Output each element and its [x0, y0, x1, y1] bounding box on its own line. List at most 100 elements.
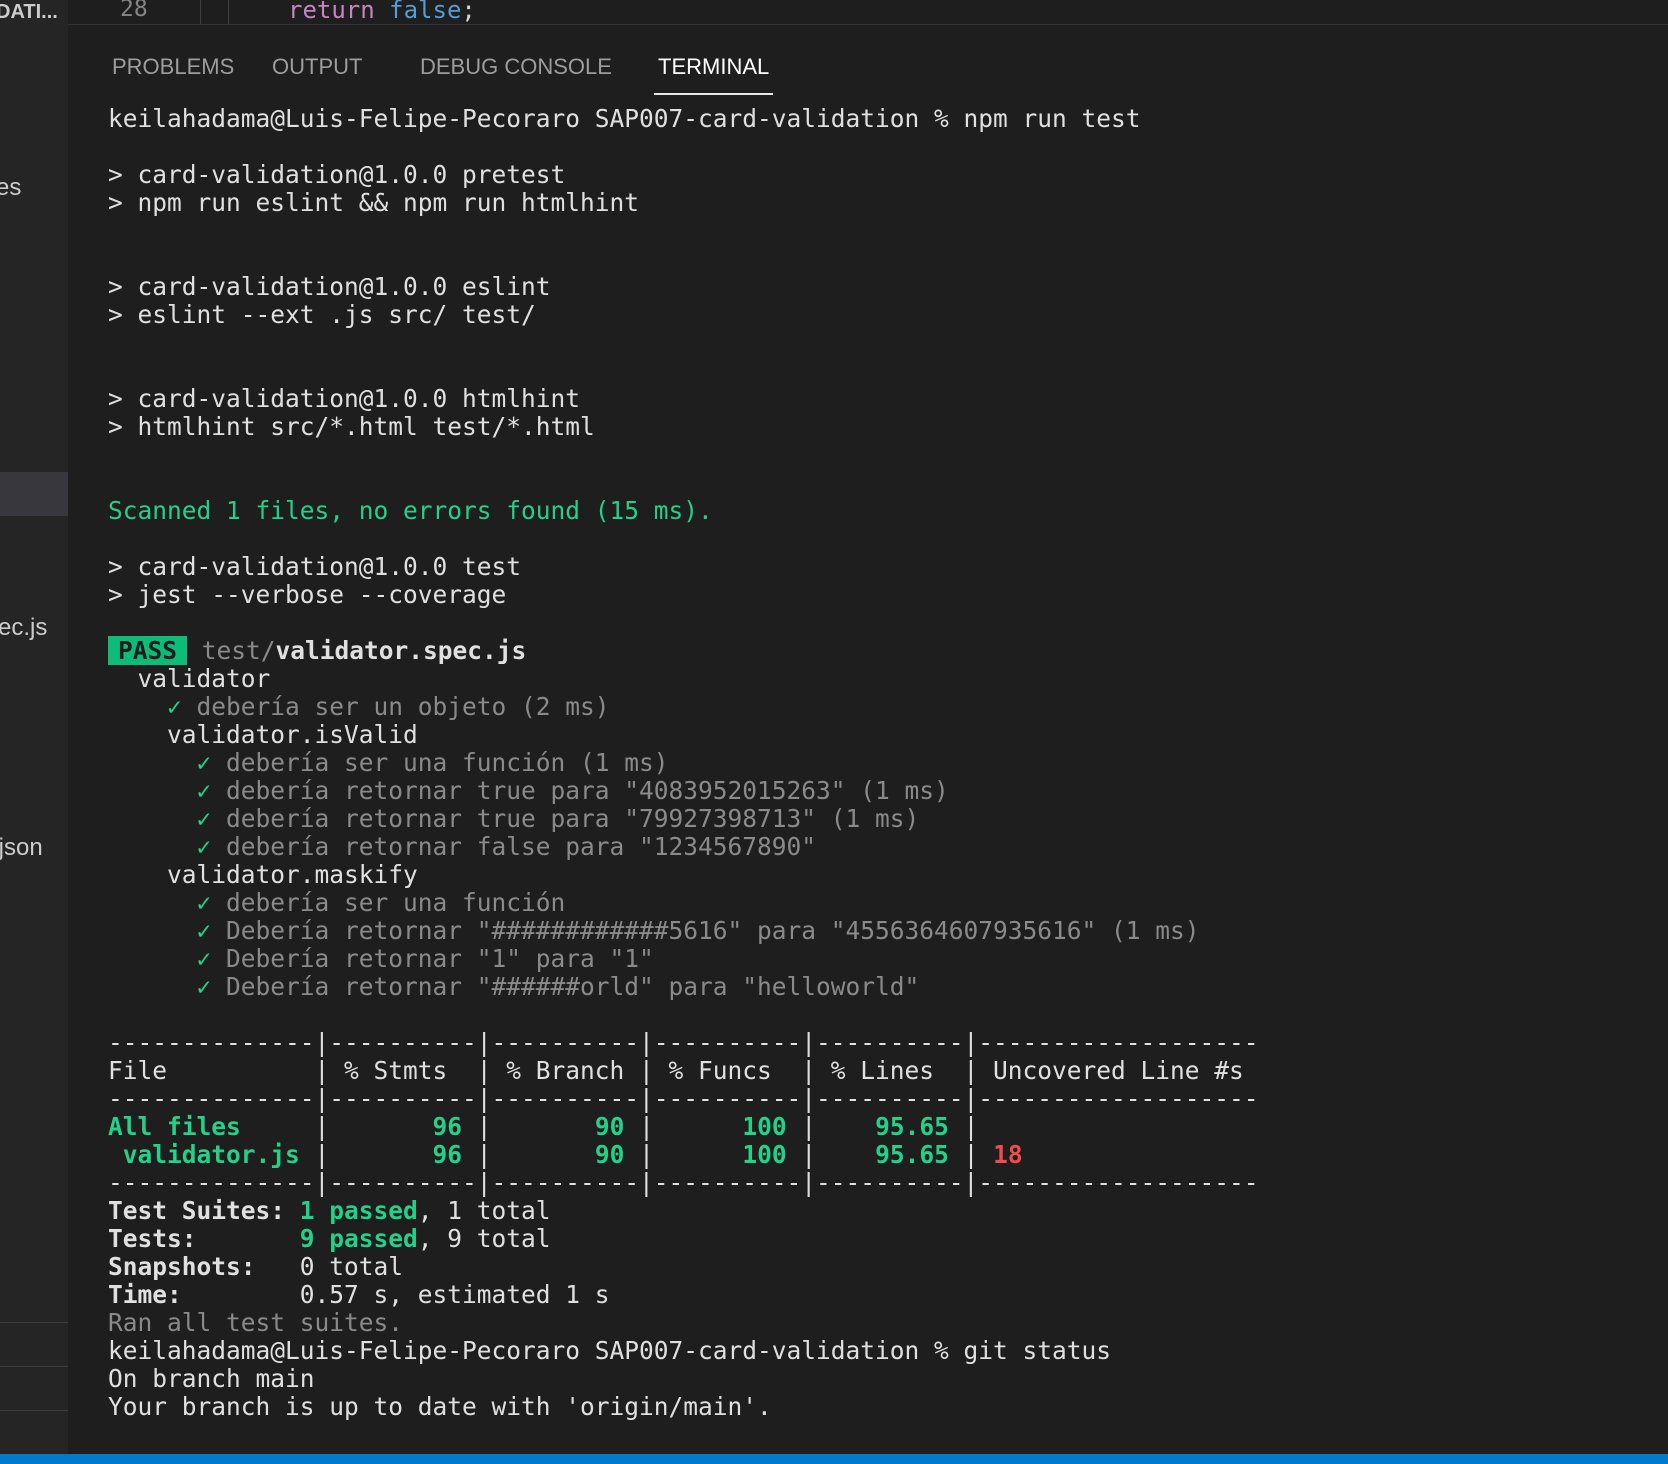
- tab-output[interactable]: OUTPUT: [272, 47, 362, 93]
- editor-visible-line[interactable]: 28 return false;: [68, 0, 1668, 25]
- terminal-blank: [108, 329, 1668, 357]
- sidebar-divider: [0, 1366, 68, 1367]
- summary-value: 0.57 s, estimated 1 s: [299, 1280, 610, 1309]
- test-suite-name: validator.maskify: [108, 860, 418, 889]
- test-result: ✓ Debería retornar "1" para "1": [108, 945, 1668, 973]
- summary-snapshots: Snapshots: 0 total: [108, 1253, 1668, 1281]
- coverage-lines: 95.65: [830, 1140, 949, 1169]
- check-icon: ✓: [108, 832, 227, 861]
- pass-file: validator.spec.js: [275, 636, 527, 665]
- keyword-return: return: [288, 0, 375, 24]
- terminal-blank: [108, 217, 1668, 245]
- summary-passed: 1 passed: [299, 1196, 418, 1225]
- summary-label: Tests:: [108, 1224, 300, 1253]
- test-result: ✓ debería retornar true para "4083952015…: [108, 777, 1668, 805]
- indent-guide: [228, 0, 229, 24]
- explorer-item-1[interactable]: es: [0, 174, 21, 202]
- test-name: debería ser un objeto (2 ms): [196, 692, 610, 721]
- check-icon: ✓: [108, 916, 227, 945]
- test-name: debería retornar false para "1234567890": [226, 832, 817, 861]
- check-icon: ✓: [108, 944, 227, 973]
- coverage-row-file: validator.js | 96 | 90 | 100 | 95.65 | 1…: [108, 1140, 1023, 1169]
- check-icon: ✓: [108, 972, 227, 1001]
- explorer-selected-row[interactable]: [0, 472, 68, 516]
- terminal-line: On branch main: [108, 1364, 315, 1393]
- test-result: ✓ Debería retornar "######orld" para "he…: [108, 973, 1668, 1001]
- test-name: Debería retornar "######orld" para "hell…: [226, 972, 920, 1001]
- explorer-section-header[interactable]: DATI...: [0, 0, 58, 24]
- check-icon: ✓: [108, 804, 227, 833]
- terminal-line-ran: Ran all test suites.: [108, 1308, 404, 1337]
- test-name: debería retornar true para "79927398713"…: [226, 804, 920, 833]
- coverage-separator: --------------|----------|----------|---…: [108, 1084, 1259, 1113]
- terminal-line-prompt: keilahadama@Luis-Felipe-Pecoraro SAP007-…: [108, 1336, 1112, 1365]
- terminal-line: > card-validation@1.0.0 pretest: [108, 160, 566, 189]
- terminal-line-pass: PASS test/validator.spec.js: [108, 636, 1668, 665]
- test-suite-name: validator.isValid: [108, 720, 418, 749]
- explorer-item-3[interactable]: .json: [0, 834, 43, 862]
- test-result: ✓ debería retornar false para "123456789…: [108, 833, 1668, 861]
- coverage-uncovered: 18: [993, 1140, 1023, 1169]
- terminal-blank: [108, 357, 1668, 385]
- terminal-line: > htmlhint src/*.html test/*.html: [108, 412, 595, 441]
- coverage-branch: 90: [506, 1112, 625, 1141]
- test-result: ✓ debería ser una función: [108, 889, 1668, 917]
- terminal-line-prompt: keilahadama@Luis-Felipe-Pecoraro SAP007-…: [108, 104, 1141, 133]
- coverage-stmts: 96: [344, 1140, 463, 1169]
- sidebar-divider: [0, 1322, 68, 1323]
- summary-suites: Test Suites: 1 passed, 1 total: [108, 1197, 1668, 1225]
- test-result: ✓ debería retornar true para "7992739871…: [108, 805, 1668, 833]
- terminal-blank: [108, 1001, 1668, 1029]
- explorer-sidebar: DATI... es ec.js .json: [0, 0, 68, 1454]
- terminal-blank: [108, 133, 1668, 161]
- keyword-false: false: [389, 0, 462, 24]
- test-name: Debería retornar "1" para "1": [226, 944, 654, 973]
- semicolon: ;: [461, 0, 476, 24]
- coverage-file: All files: [108, 1112, 241, 1141]
- summary-passed: 9 passed: [299, 1224, 418, 1253]
- coverage-row-all: All files | 96 | 90 | 100 | 95.65 |: [108, 1112, 994, 1141]
- test-suite-name: validator: [108, 664, 271, 693]
- coverage-header: File | % Stmts | % Branch | % Funcs | % …: [108, 1056, 1259, 1085]
- summary-total: , 9 total: [417, 1224, 551, 1253]
- check-icon: ✓: [108, 776, 227, 805]
- summary-value: 0 total: [299, 1252, 404, 1281]
- explorer-item-2[interactable]: ec.js: [0, 614, 47, 642]
- terminal-line: > jest --verbose --coverage: [108, 580, 507, 609]
- terminal-line: > card-validation@1.0.0 eslint: [108, 272, 551, 301]
- tab-debug-console[interactable]: DEBUG CONSOLE: [420, 47, 612, 93]
- coverage-file: validator.js: [108, 1140, 300, 1169]
- summary-tests: Tests: 9 passed, 9 total: [108, 1225, 1668, 1253]
- summary-total: , 1 total: [417, 1196, 551, 1225]
- check-icon: ✓: [108, 888, 227, 917]
- tab-terminal[interactable]: TERMINAL: [654, 47, 774, 95]
- coverage-separator: --------------|----------|----------|---…: [108, 1168, 1259, 1197]
- terminal-output[interactable]: keilahadama@Luis-Felipe-Pecoraro SAP007-…: [108, 105, 1668, 1421]
- summary-time: Time: 0.57 s, estimated 1 s: [108, 1281, 1668, 1309]
- test-result: ✓ Debería retornar "############5616" pa…: [108, 917, 1668, 945]
- test-name: debería ser una función: [226, 888, 566, 917]
- status-bar[interactable]: [0, 1454, 1668, 1464]
- summary-label: Time:: [108, 1280, 300, 1309]
- test-name: Debería retornar "############5616" para…: [226, 916, 1200, 945]
- terminal-line-scanned: Scanned 1 files, no errors found (15 ms)…: [108, 496, 713, 525]
- coverage-funcs: 100: [668, 1112, 787, 1141]
- coverage-stmts: 96: [344, 1112, 463, 1141]
- test-result: ✓ debería ser un objeto (2 ms): [108, 693, 1668, 721]
- coverage-branch: 90: [506, 1140, 625, 1169]
- coverage-separator: --------------|----------|----------|---…: [108, 1028, 1259, 1057]
- coverage-pipe: |: [240, 1112, 345, 1141]
- terminal-line: > card-validation@1.0.0 test: [108, 552, 522, 581]
- check-icon: ✓: [108, 748, 227, 777]
- terminal-blank: [108, 441, 1668, 469]
- summary-label: Test Suites:: [108, 1196, 300, 1225]
- indent-guide: [200, 0, 201, 24]
- terminal-line: Your branch is up to date with 'origin/m…: [108, 1392, 772, 1421]
- pass-dir: test/: [201, 636, 276, 665]
- coverage-lines: 95.65: [830, 1112, 949, 1141]
- test-result: ✓ debería ser una función (1 ms): [108, 749, 1668, 777]
- tab-problems[interactable]: PROBLEMS: [112, 47, 234, 93]
- code-line[interactable]: return false;: [288, 0, 476, 24]
- test-name: debería ser una función (1 ms): [226, 748, 669, 777]
- terminal-blank: [108, 245, 1668, 273]
